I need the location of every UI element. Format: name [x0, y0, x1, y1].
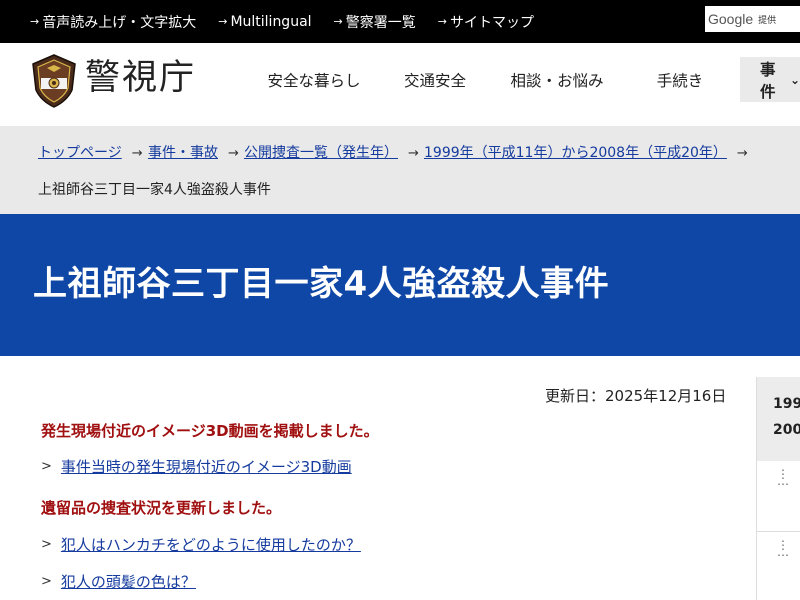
arrow-right-icon: → — [30, 15, 40, 28]
arrow-right-icon: → — [333, 15, 343, 28]
nav-consultation[interactable]: 相談・お悩み — [492, 57, 622, 102]
google-brand: Google — [708, 11, 754, 27]
sidebar-item[interactable]: ⋮ ⋯ — [757, 532, 800, 600]
breadcrumb-link[interactable]: 1999年（平成11年）から2008年（平成20年） — [424, 145, 727, 161]
arrow-right-icon: → — [437, 15, 447, 28]
tree-line-icon: ⋯ — [777, 548, 789, 562]
arrow-right-icon: → — [131, 146, 143, 161]
sidebar: 1999 2008 ⋮ ⋯ ⋮ ⋯ — [756, 377, 800, 600]
utility-link-label: サイトマップ — [449, 14, 534, 31]
google-provided-label: 提供 — [758, 15, 777, 26]
police-emblem-icon[interactable] — [31, 54, 77, 108]
utility-link-police-stations[interactable]: → 警察署一覧 — [334, 12, 416, 32]
arrow-right-icon: → — [228, 146, 239, 161]
nav-traffic-safety[interactable]: 交通安全 — [383, 57, 487, 102]
site-name[interactable]: 警視庁 — [85, 53, 196, 103]
sidebar-heading-line: 2008 — [773, 422, 800, 438]
sidebar-item[interactable]: ⋮ ⋯ — [757, 461, 800, 532]
content-link-item: > 事件当時の発生現場付近のイメージ3D動画 — [41, 456, 352, 477]
utility-link-speech[interactable]: → 音声読み上げ・文字拡大 — [30, 12, 196, 32]
link-3d-video[interactable]: 事件当時の発生現場付近のイメージ3D動画 — [61, 456, 352, 477]
google-search-box[interactable]: Google 提供 — [705, 6, 800, 32]
breadcrumb-link[interactable]: 事件・事故 — [148, 145, 218, 161]
utility-link-sitemap[interactable]: → サイトマップ — [438, 12, 534, 32]
nav-safe-living[interactable]: 安全な暮らし — [250, 57, 378, 102]
link-handkerchief[interactable]: 犯人はハンカチをどのように使用したのか？ — [61, 534, 361, 555]
chevron-down-icon: ⌄ — [789, 72, 800, 87]
nav-incidents[interactable]: 事件 ⌄ — [740, 57, 800, 102]
chevron-right-icon: > — [41, 574, 52, 589]
utility-link-label: Multilingual — [230, 13, 312, 30]
utility-links: → 音声読み上げ・文字拡大 → Multilingual → 警察署一覧 → サイトマッ… — [30, 0, 556, 43]
chevron-right-icon: > — [41, 459, 52, 474]
nav-label: 事件 — [760, 60, 776, 101]
nav-procedures[interactable]: 手続き — [627, 57, 733, 102]
breadcrumb — [0, 126, 800, 214]
sidebar-heading: 1999 2008 — [757, 377, 800, 461]
breadcrumb-current: 上祖師谷三丁目一家4人強盗殺人事件 — [38, 182, 271, 198]
utility-link-multilingual[interactable]: → Multilingual — [218, 14, 311, 30]
content-link-item: > 犯人の頭髪の色は？ — [41, 571, 196, 592]
utility-link-label: 警察署一覧 — [345, 14, 416, 31]
page-title: 上祖師谷三丁目一家4人強盗殺人事件 — [33, 264, 610, 304]
sidebar-heading-line: 1999 — [773, 396, 800, 412]
arrow-right-icon: → — [408, 146, 419, 161]
arrow-right-icon: → — [218, 15, 228, 28]
breadcrumb-item-top: トップページ → — [38, 142, 143, 162]
updated-date: 更新日：2025年12月16日 — [545, 387, 727, 405]
chevron-right-icon: > — [41, 537, 52, 552]
utility-link-label: 音声読み上げ・文字拡大 — [42, 14, 197, 31]
arrow-right-icon: → — [736, 146, 748, 161]
breadcrumb-item-incidents: 事件・事故 → — [148, 142, 239, 162]
breadcrumb-link[interactable]: 公開捜査一覧（発生年） — [244, 145, 398, 161]
breadcrumb-item-period: 1999年（平成11年）から2008年（平成20年） → — [424, 142, 748, 162]
nav-label: 安全な暮らし — [267, 71, 361, 90]
tree-line-icon: ⋯ — [777, 477, 789, 491]
nav-label: 相談・お悩み — [510, 71, 604, 90]
content-link-item: > 犯人はハンカチをどのように使用したのか？ — [41, 534, 361, 555]
notice-3d-video: 発生現場付近のイメージ3D動画を掲載しました。 — [41, 422, 379, 440]
breadcrumb-item-public-investigations: 公開捜査一覧（発生年） → — [244, 142, 419, 162]
utility-bar: → 音声読み上げ・文字拡大 → Multilingual → 警察署一覧 → サイトマッ… — [0, 0, 800, 43]
link-hair-color[interactable]: 犯人の頭髪の色は？ — [61, 571, 196, 592]
nav-label: 手続き — [656, 71, 704, 90]
nav-label: 交通安全 — [403, 71, 466, 90]
breadcrumb-link[interactable]: トップページ — [38, 145, 122, 161]
notice-evidence-update: 遺留品の捜査状況を更新しました。 — [41, 499, 282, 517]
